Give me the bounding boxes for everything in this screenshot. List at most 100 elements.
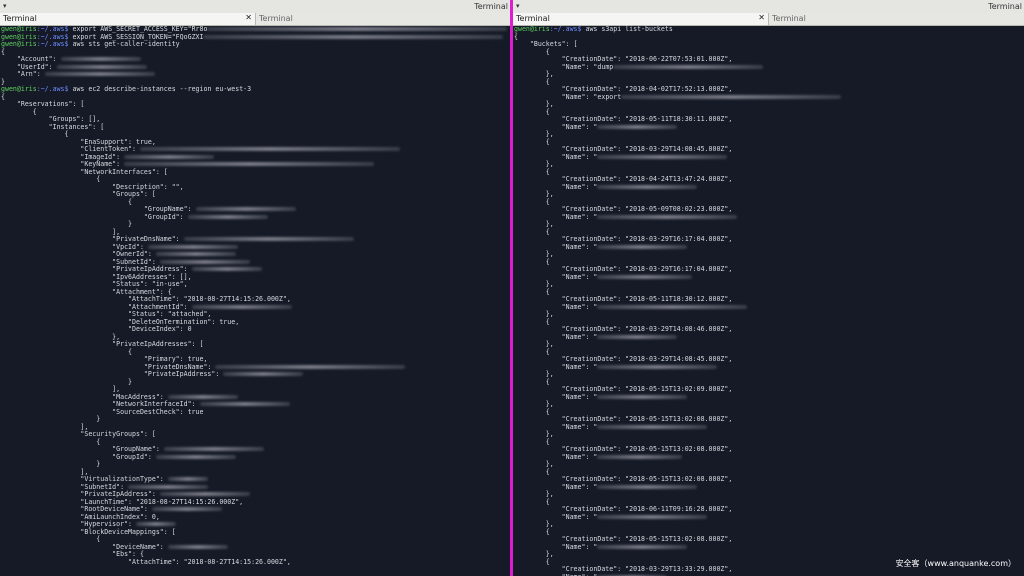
redacted-value	[597, 364, 718, 369]
bucket-close: },	[514, 70, 554, 78]
prompt-line: gwen@iris:~/.aws$ aws sts get-caller-ide…	[1, 40, 510, 49]
bucket-close: },	[514, 100, 554, 108]
creation-date-value: 2018-03-29T14:08:46.000Z	[629, 325, 725, 333]
tab-label: Terminal	[3, 14, 37, 23]
redacted-value	[597, 514, 708, 519]
redacted-value	[167, 394, 238, 399]
command-text: aws sts get-caller-identity	[68, 40, 180, 48]
terminal-output[interactable]: gwen@iris:~/.aws$ aws s3api list-buckets…	[513, 25, 1024, 576]
redacted-value	[135, 522, 176, 526]
tab-label: Terminal	[772, 14, 806, 23]
window-title: Terminal	[988, 2, 1022, 11]
redacted-value	[597, 304, 748, 309]
bucket-name: "Name": "	[514, 483, 1024, 492]
creation-date-value: 2018-03-29T14:08:45.000Z	[629, 355, 725, 363]
output-text: "Buckets": [	[514, 40, 578, 48]
left-terminal-pane[interactable]: ▾ Terminal Terminal ✕ Terminal gwen@iris…	[0, 0, 510, 576]
creation-date-value: 2018-05-15T13:02:08.000Z	[629, 415, 725, 423]
redacted-value	[155, 454, 236, 459]
redacted-value	[44, 72, 155, 76]
redacted-value	[597, 274, 693, 279]
tab-terminal-active[interactable]: Terminal ✕	[0, 13, 256, 25]
window-titlebar: ▾ Terminal	[513, 0, 1024, 14]
redacted-value	[128, 484, 209, 489]
bucket-close: },	[514, 310, 554, 318]
bucket-name: "Name": "	[514, 453, 1024, 462]
bucket-close: },	[514, 250, 554, 258]
redacted-value	[597, 544, 688, 549]
redacted-value	[151, 507, 222, 511]
bucket-name: "Name": "	[514, 543, 1024, 552]
prompt-path: :~/.aws$	[36, 85, 69, 93]
creation-date-value: 2018-03-29T13:33:29.000Z	[629, 565, 725, 573]
creation-date-value: 2018-04-02T17:52:13.000Z	[629, 85, 725, 93]
bucket-name: "Name": "	[514, 393, 1024, 402]
close-tab-icon[interactable]: ✕	[245, 13, 252, 22]
redacted-value	[597, 244, 688, 249]
redacted-value	[191, 304, 292, 309]
bucket-close: },	[514, 340, 554, 348]
creation-date-value: 2018-06-22T07:53:01.000Z	[629, 55, 725, 63]
bucket-close: },	[514, 520, 554, 528]
prompt-line: gwen@iris:~/.aws$ aws s3api list-buckets	[514, 25, 1024, 34]
creation-date-value: 2018-03-29T16:17:04.000Z	[629, 265, 725, 273]
command-text: aws ec2 describe-instances --region eu-w…	[68, 85, 252, 93]
redacted-value	[223, 372, 304, 376]
terminal-output[interactable]: gwen@iris:~/.aws$ export AWS_SECRET_ACCE…	[0, 25, 510, 576]
tab-label: Terminal	[516, 14, 550, 23]
bucket-name: "Name": "	[514, 123, 1024, 132]
bucket-close: },	[514, 460, 554, 468]
prompt-user-host: gwen@iris	[1, 40, 37, 48]
bucket-name: "Name": "	[514, 333, 1024, 342]
bucket-close: },	[514, 130, 554, 138]
redacted-value	[597, 214, 738, 219]
bucket-close: },	[514, 400, 554, 408]
redacted-value	[56, 64, 147, 69]
bucket-name-prefix: export	[597, 92, 622, 101]
bucket-name: "Name": "	[514, 153, 1024, 162]
redacted-value	[597, 154, 728, 159]
window-menu-icon[interactable]: ▾	[3, 2, 7, 10]
right-terminal-pane[interactable]: ▾ Terminal Terminal ✕ Terminal gwen@iris…	[513, 0, 1024, 576]
redacted-value	[613, 64, 764, 69]
redacted-value	[207, 27, 508, 31]
prompt-user-host: gwen@iris	[514, 25, 550, 33]
window-menu-icon[interactable]: ▾	[516, 2, 520, 10]
redacted-value	[621, 94, 842, 99]
bucket-name: "Name": "	[514, 243, 1024, 252]
bucket-name: "Name": "export	[514, 92, 1024, 102]
bucket-close: },	[514, 280, 554, 288]
tab-terminal-inactive[interactable]: Terminal	[256, 13, 510, 25]
output-text: "AttachTime": "2018-08-27T14:15:26.000Z"…	[1, 557, 291, 566]
redacted-value	[159, 492, 250, 496]
creation-date-value: 2018-05-11T18:30:11.000Z	[629, 115, 725, 123]
output-line: {	[514, 33, 1024, 42]
prompt-path: :~/.aws$	[36, 40, 69, 48]
output-line: "Account":	[1, 55, 510, 64]
close-tab-icon[interactable]: ✕	[758, 13, 765, 22]
prompt-user-host: gwen@iris	[1, 85, 37, 93]
redacted-value	[163, 447, 264, 451]
redacted-value	[124, 162, 375, 166]
redacted-value	[597, 484, 698, 489]
redacted-value	[597, 334, 678, 339]
tab-terminal-active[interactable]: Terminal ✕	[513, 13, 769, 25]
redacted-value	[597, 184, 698, 189]
redacted-value	[597, 424, 708, 429]
bucket-name: "Name": "	[514, 363, 1024, 372]
tab-terminal-inactive[interactable]: Terminal	[769, 13, 1024, 25]
bucket-name-prefix: dump	[597, 62, 614, 71]
redacted-value	[199, 402, 290, 406]
creation-date-value: 2018-05-11T18:30:12.000Z	[629, 295, 725, 303]
bucket-name: "Name": "dump	[514, 62, 1024, 72]
redacted-value	[597, 394, 688, 399]
bucket-name: "Name": "	[514, 303, 1024, 312]
window-titlebar: ▾ Terminal	[0, 0, 510, 14]
creation-date-value: 2018-03-29T14:08:45.000Z	[629, 145, 725, 153]
prompt-path: :~/.aws$	[549, 25, 582, 33]
output-line: "Buckets": [	[514, 40, 1024, 49]
creation-date-value: 2018-05-15T13:02:09.000Z	[629, 385, 725, 393]
output-line: {	[1, 48, 510, 57]
output-line: "Arn":	[1, 70, 510, 79]
tab-label: Terminal	[259, 14, 293, 23]
